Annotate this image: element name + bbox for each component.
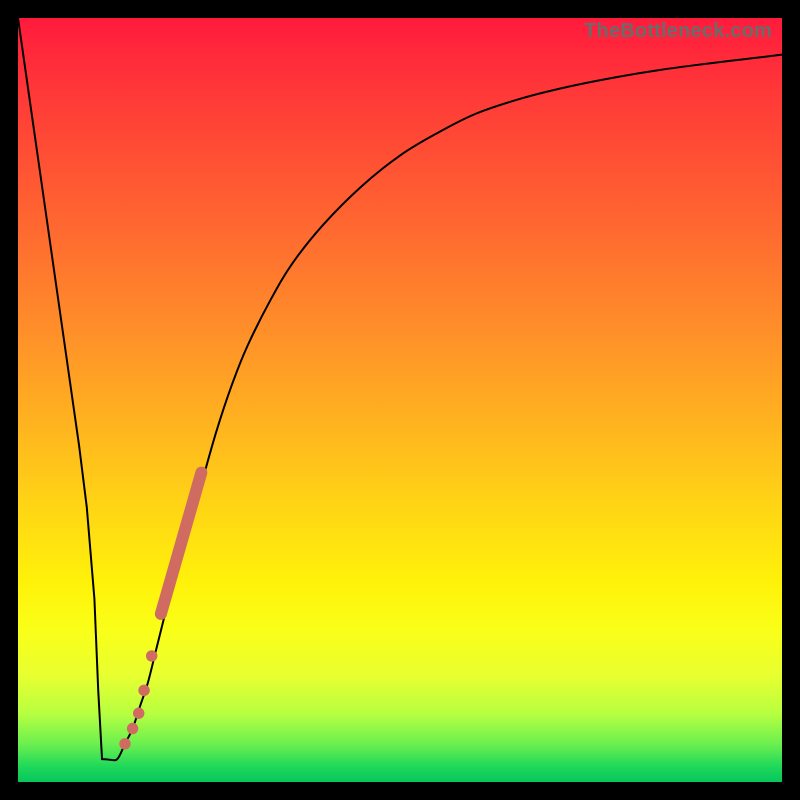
marker-segment — [161, 473, 201, 614]
chart-svg — [18, 18, 782, 782]
marker-dot — [146, 650, 157, 661]
marker-dot — [138, 685, 149, 696]
marker-dot — [119, 738, 130, 749]
main-curve — [18, 18, 785, 760]
chart-frame: TheBottleneck.com — [0, 0, 800, 800]
plot-area: TheBottleneck.com — [18, 18, 782, 782]
marker-dot — [127, 723, 138, 734]
marker-dot — [133, 708, 144, 719]
